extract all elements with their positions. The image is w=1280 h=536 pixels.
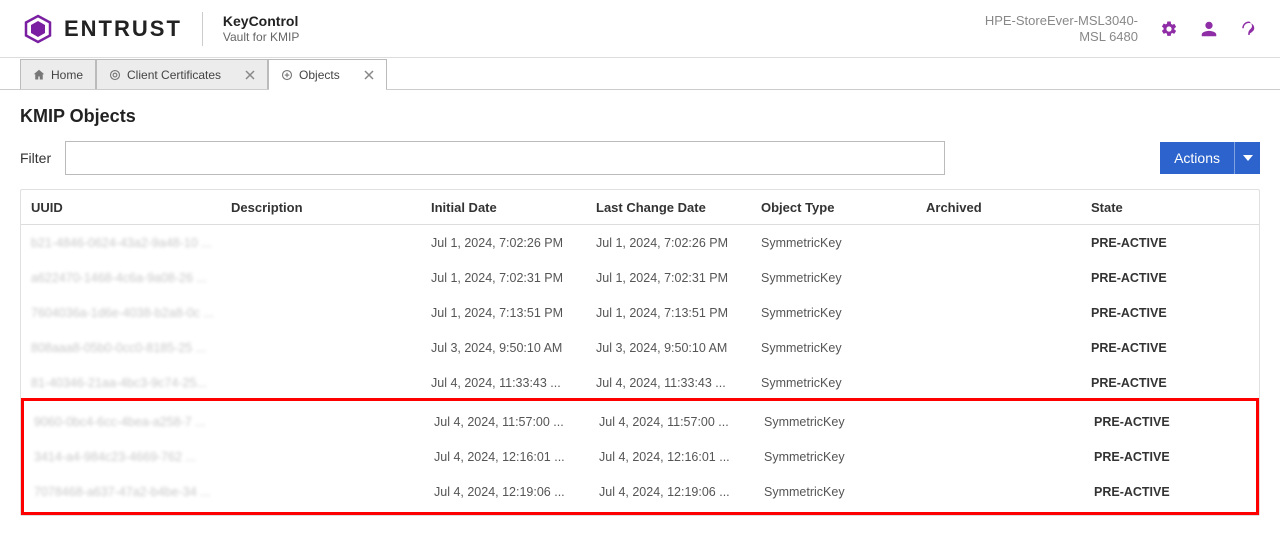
divider <box>202 12 203 46</box>
initial-date-cell: Jul 1, 2024, 7:13:51 PM <box>431 306 596 320</box>
brand-block: ENTRUST <box>22 13 182 45</box>
uuid-cell: 9060-0bc4-6cc-4bea-a258-7 ... <box>34 415 234 429</box>
product-subtitle: Vault for KMIP <box>223 30 299 44</box>
initial-date-cell: Jul 3, 2024, 9:50:10 AM <box>431 341 596 355</box>
last-change-date-cell: Jul 3, 2024, 9:50:10 AM <box>596 341 761 355</box>
col-state[interactable]: State <box>1091 200 1261 215</box>
object-type-cell: SymmetricKey <box>761 376 926 390</box>
col-description[interactable]: Description <box>231 200 431 215</box>
table-row[interactable]: 9060-0bc4-6cc-4bea-a258-7 ... Jul 4, 2024… <box>24 404 1256 439</box>
content-area: KMIP Objects Filter Actions UUID Descrip… <box>0 90 1280 536</box>
objects-icon <box>281 69 293 81</box>
highlighted-rows: 9060-0bc4-6cc-4bea-a258-7 ... Jul 4, 2024… <box>21 398 1259 515</box>
state-cell: PRE-ACTIVE <box>1091 271 1261 285</box>
tab-label: Client Certificates <box>127 68 221 82</box>
tab-objects[interactable]: Objects <box>268 59 387 89</box>
object-type-cell: SymmetricKey <box>761 306 926 320</box>
last-change-date-cell: Jul 4, 2024, 11:57:00 ... <box>599 415 764 429</box>
uuid-cell: 7078468-a637-47a2-b4be-34 ... <box>34 485 234 499</box>
initial-date-cell: Jul 4, 2024, 11:33:43 ... <box>431 376 596 390</box>
actions-button[interactable]: Actions <box>1160 142 1260 174</box>
tenant-name: HPE-StoreEver-MSL3040-MSL 6480 <box>978 13 1138 44</box>
table-header: UUID Description Initial Date Last Chang… <box>21 190 1259 225</box>
hexagon-logo-icon <box>22 13 54 45</box>
initial-date-cell: Jul 4, 2024, 11:57:00 ... <box>434 415 599 429</box>
filter-row: Filter Actions <box>20 141 1260 175</box>
top-bar: ENTRUST KeyControl Vault for KMIP HPE-St… <box>0 0 1280 58</box>
table-row[interactable]: b21-4846-0624-43a2-9a48-10 ... Jul 1, 202… <box>21 225 1259 260</box>
table-row[interactable]: 3414-a4-984c23-4669-762 ... Jul 4, 2024, … <box>24 439 1256 474</box>
filter-label: Filter <box>20 150 51 166</box>
uuid-cell: 81-40346-21aa-4bc3-9c74-25... <box>31 376 231 390</box>
objects-table: UUID Description Initial Date Last Chang… <box>20 189 1260 516</box>
close-icon[interactable] <box>245 70 255 80</box>
last-change-date-cell: Jul 4, 2024, 12:19:06 ... <box>599 485 764 499</box>
state-cell: PRE-ACTIVE <box>1091 376 1261 390</box>
table-row[interactable]: a622470-1468-4c6a-9a08-26 ... Jul 1, 2024… <box>21 260 1259 295</box>
state-cell: PRE-ACTIVE <box>1091 306 1261 320</box>
table-row[interactable]: 808aaa8-05b0-0cc0-8185-25 ... Jul 3, 2024… <box>21 330 1259 365</box>
brand-name: ENTRUST <box>64 16 182 42</box>
col-archived[interactable]: Archived <box>926 200 1091 215</box>
uuid-cell: 808aaa8-05b0-0cc0-8185-25 ... <box>31 341 231 355</box>
initial-date-cell: Jul 1, 2024, 7:02:26 PM <box>431 236 596 250</box>
last-change-date-cell: Jul 4, 2024, 12:16:01 ... <box>599 450 764 464</box>
state-cell: PRE-ACTIVE <box>1094 450 1264 464</box>
initial-date-cell: Jul 4, 2024, 12:16:01 ... <box>434 450 599 464</box>
last-change-date-cell: Jul 1, 2024, 7:13:51 PM <box>596 306 761 320</box>
topbar-right: HPE-StoreEver-MSL3040-MSL 6480 <box>978 13 1258 44</box>
object-type-cell: SymmetricKey <box>761 236 926 250</box>
uuid-cell: a622470-1468-4c6a-9a08-26 ... <box>31 271 231 285</box>
uuid-cell: b21-4846-0624-43a2-9a48-10 ... <box>31 236 231 250</box>
table-row[interactable]: 81-40346-21aa-4bc3-9c74-25... Jul 4, 2024… <box>21 365 1259 400</box>
initial-date-cell: Jul 1, 2024, 7:02:31 PM <box>431 271 596 285</box>
table-row[interactable]: 7078468-a637-47a2-b4be-34 ... Jul 4, 2024… <box>24 474 1256 509</box>
product-name: KeyControl <box>223 13 299 30</box>
tab-home[interactable]: Home <box>20 59 96 89</box>
tab-strip: Home Client Certificates Objects <box>0 58 1280 90</box>
col-last-change-date[interactable]: Last Change Date <box>596 200 761 215</box>
uuid-cell: 3414-a4-984c23-4669-762 ... <box>34 450 234 464</box>
object-type-cell: SymmetricKey <box>764 415 929 429</box>
help-icon[interactable] <box>1240 20 1258 38</box>
last-change-date-cell: Jul 4, 2024, 11:33:43 ... <box>596 376 761 390</box>
state-cell: PRE-ACTIVE <box>1094 415 1264 429</box>
tab-client-certificates[interactable]: Client Certificates <box>96 59 268 89</box>
uuid-cell: 7604036a-1d6e-4038-b2a8-0c ... <box>31 306 231 320</box>
state-cell: PRE-ACTIVE <box>1094 485 1264 499</box>
product-block: KeyControl Vault for KMIP <box>223 13 299 44</box>
table-row[interactable]: 7604036a-1d6e-4038-b2a8-0c ... Jul 1, 202… <box>21 295 1259 330</box>
state-cell: PRE-ACTIVE <box>1091 236 1261 250</box>
initial-date-cell: Jul 4, 2024, 12:19:06 ... <box>434 485 599 499</box>
close-icon[interactable] <box>364 70 374 80</box>
last-change-date-cell: Jul 1, 2024, 7:02:31 PM <box>596 271 761 285</box>
object-type-cell: SymmetricKey <box>764 450 929 464</box>
object-type-cell: SymmetricKey <box>761 341 926 355</box>
tab-label: Home <box>51 68 83 82</box>
col-initial-date[interactable]: Initial Date <box>431 200 596 215</box>
filter-input[interactable] <box>65 141 945 175</box>
cert-icon <box>109 69 121 81</box>
object-type-cell: SymmetricKey <box>764 485 929 499</box>
gear-icon[interactable] <box>1160 20 1178 38</box>
chevron-down-icon <box>1234 142 1260 174</box>
state-cell: PRE-ACTIVE <box>1091 341 1261 355</box>
home-icon <box>33 69 45 81</box>
object-type-cell: SymmetricKey <box>761 271 926 285</box>
tab-label: Objects <box>299 68 340 82</box>
last-change-date-cell: Jul 1, 2024, 7:02:26 PM <box>596 236 761 250</box>
user-icon[interactable] <box>1200 20 1218 38</box>
col-uuid[interactable]: UUID <box>31 200 231 215</box>
actions-label: Actions <box>1160 142 1234 174</box>
col-object-type[interactable]: Object Type <box>761 200 926 215</box>
page-title: KMIP Objects <box>20 106 1260 127</box>
